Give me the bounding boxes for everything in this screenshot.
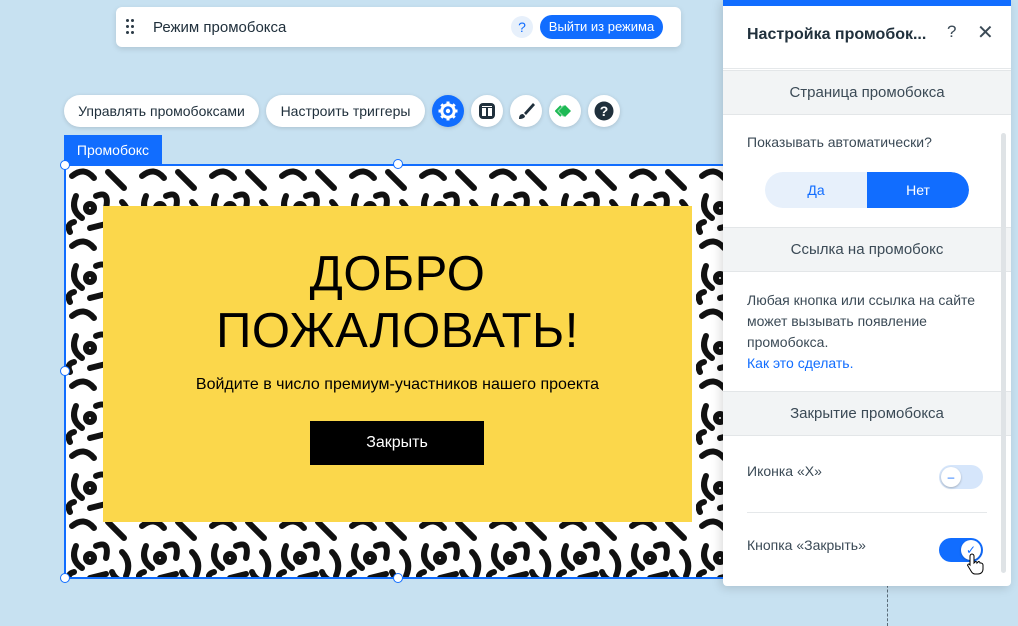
section-header-link: Ссылка на промобокс — [723, 227, 1011, 272]
svg-text:?: ? — [600, 103, 609, 119]
gear-icon — [438, 101, 458, 121]
panel-help-icon[interactable]: ? — [947, 22, 956, 42]
resize-handle[interactable] — [60, 573, 70, 583]
animation-icon — [555, 105, 571, 117]
lightbox-settings-panel: Настройка промобок... ? ✕ Страница промо… — [723, 0, 1011, 586]
guide-line — [887, 580, 888, 626]
auto-show-label: Показывать автоматически? — [747, 134, 932, 150]
how-to-link[interactable]: Как это сделать. — [747, 353, 975, 374]
settings-button[interactable] — [432, 95, 464, 127]
row-divider — [747, 512, 987, 513]
section-header-close: Закрытие промобокса — [723, 391, 1011, 436]
panel-title: Настройка промобок... — [747, 26, 927, 43]
lightbox[interactable]: ДОБРО ПОЖАЛОВАТЬ! Войдите в число премиу… — [66, 166, 766, 577]
toggle-off-icon: – — [941, 467, 961, 487]
panel-divider — [723, 68, 1011, 69]
help-icon[interactable]: ? — [511, 16, 533, 38]
welcome-heading: ДОБРО ПОЖАЛОВАТЬ! — [216, 247, 579, 358]
option-no[interactable]: Нет — [867, 172, 969, 208]
set-triggers-button[interactable]: Настроить триггеры — [266, 95, 425, 127]
panel-close-icon[interactable]: ✕ — [977, 20, 994, 45]
section-header-page: Страница промобокса — [723, 70, 1011, 115]
design-button[interactable] — [510, 95, 542, 127]
manage-lightboxes-button[interactable]: Управлять промобоксами — [64, 95, 259, 127]
lightbox-mode-bar: Режим промобокса ? Выйти из режима — [116, 7, 681, 47]
resize-handle[interactable] — [60, 366, 70, 376]
close-lightbox-button[interactable]: Закрыть — [310, 421, 484, 465]
mode-title: Режим промобокса — [153, 19, 287, 36]
drag-handle-icon[interactable] — [126, 19, 136, 35]
brush-icon — [519, 103, 535, 119]
option-yes[interactable]: Да — [765, 172, 867, 208]
layout-icon — [479, 103, 495, 119]
resize-handle[interactable] — [393, 573, 403, 583]
help-button[interactable]: ? — [588, 95, 620, 127]
help-icon: ? — [594, 101, 614, 121]
link-description: Любая кнопка или ссылка на сайте может в… — [747, 290, 975, 374]
x-icon-label: Иконка «X» — [747, 463, 822, 479]
hand-cursor-icon — [967, 553, 984, 575]
resize-handle[interactable] — [393, 159, 403, 169]
x-icon-toggle[interactable]: – — [939, 465, 983, 489]
panel-scrollbar[interactable] — [1001, 133, 1006, 573]
resize-handle[interactable] — [60, 160, 70, 170]
selection-label[interactable]: Промобокс — [64, 135, 162, 165]
welcome-subtitle: Войдите в число премиум-участников нашег… — [195, 376, 600, 393]
animation-button[interactable] — [549, 95, 581, 127]
layout-button[interactable] — [471, 95, 503, 127]
auto-show-toggle: Да Нет — [765, 172, 969, 208]
exit-mode-button[interactable]: Выйти из режима — [540, 15, 663, 39]
welcome-card: ДОБРО ПОЖАЛОВАТЬ! Войдите в число премиу… — [103, 206, 692, 522]
close-button-label: Кнопка «Закрыть» — [747, 537, 866, 553]
